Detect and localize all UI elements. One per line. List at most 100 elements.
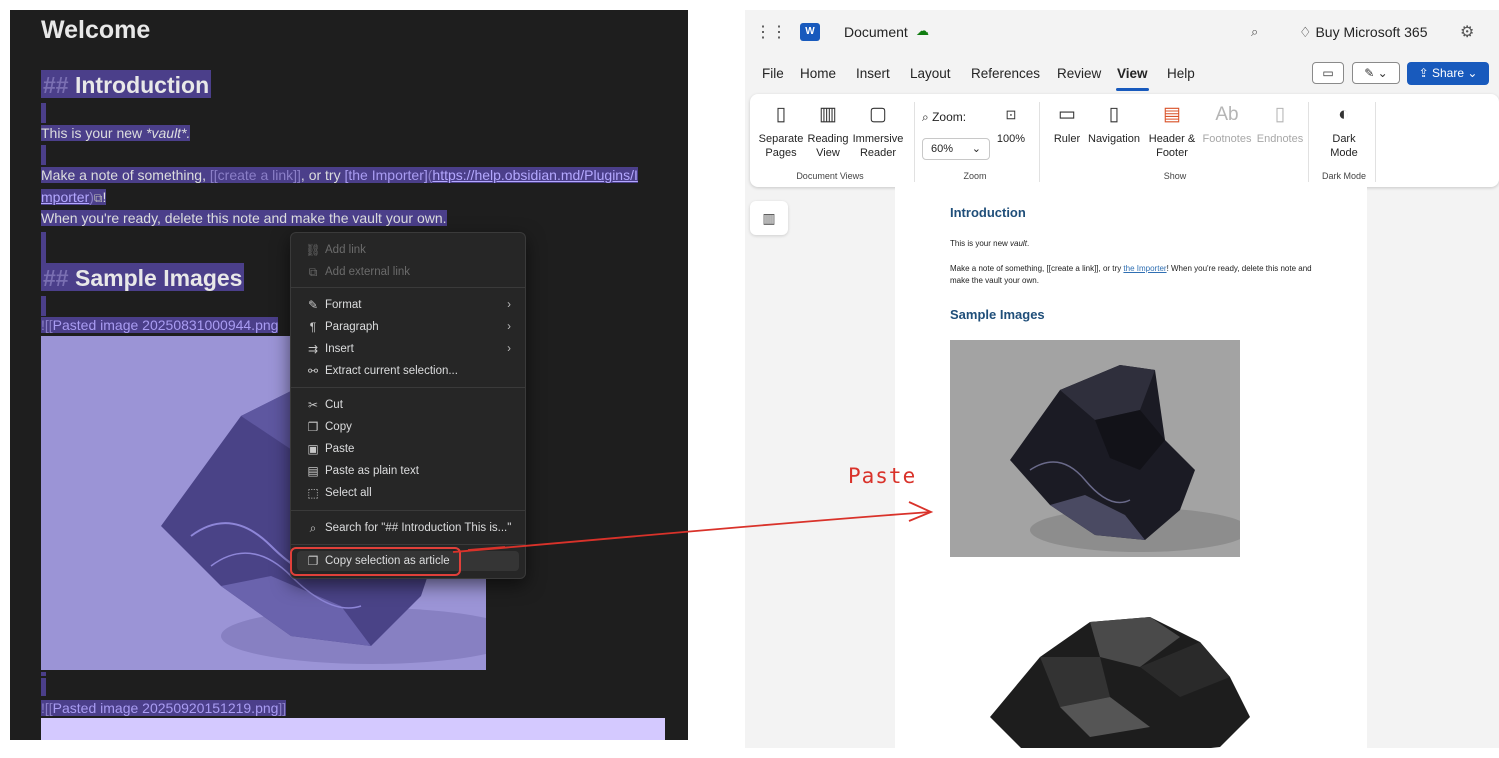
chevron-right-icon: ›: [507, 321, 511, 333]
word-logo-icon[interactable]: W: [800, 23, 820, 41]
menu-separator: [291, 387, 525, 388]
document-page[interactable]: Introduction This is your new vault. Mak…: [895, 187, 1367, 748]
group-divider: [1039, 102, 1040, 182]
embed-line-2[interactable]: ![[Pasted image 20250920151219.png]]: [41, 700, 287, 716]
text: Make a note of something, [[create a lin…: [950, 264, 1124, 273]
zoom-100-button[interactable]: ⊡ 100%: [994, 104, 1028, 146]
menu-item-paste-plain[interactable]: ▤ Paste as plain text: [297, 461, 519, 481]
menu-label: Search for "## Introduction This is...": [325, 522, 512, 534]
view-ribbon: ▯ Separate Pages ▥ Reading View ▢ Immersive Re…: [750, 94, 1499, 187]
line-make-note[interactable]: Make a note of something, [[create a lin…: [41, 167, 638, 183]
importer-url-cont[interactable]: mporter: [41, 189, 89, 205]
text: When you're ready, delete this note and …: [41, 210, 447, 226]
pasted-image-1[interactable]: [950, 340, 1240, 557]
search-icon[interactable]: ⌕: [1251, 24, 1258, 40]
footnotes-button[interactable]: Ab Footnotes: [1201, 104, 1253, 146]
menu-item-format[interactable]: ✎ Format ›: [297, 295, 519, 315]
group-divider: [1375, 102, 1376, 182]
comment-icon: ▭: [1322, 66, 1334, 80]
chevron-down-icon: ⌄: [1377, 66, 1388, 80]
label: Footnotes: [1202, 133, 1252, 145]
embed-brackets: ]]: [278, 700, 287, 716]
embed-line-1[interactable]: ![[Pasted image 20250831000944.png: [41, 317, 279, 333]
editing-mode-button[interactable]: ✎ ⌄: [1352, 62, 1400, 84]
buy-microsoft-365-link[interactable]: ♢ Buy Microsoft 365: [1299, 24, 1428, 41]
embed-filename[interactable]: Pasted image 20250831000944.png: [53, 317, 279, 333]
label: Mode: [1330, 147, 1358, 159]
selection-bar: [41, 296, 46, 316]
context-menu[interactable]: ⛓ Add link ⧉ Add external link ✎ Format › ¶ P…: [290, 232, 526, 579]
line-ready[interactable]: When you're ready, delete this note and …: [41, 210, 447, 226]
tab-insert[interactable]: Insert: [856, 66, 890, 81]
endnotes-button[interactable]: ▯ Endnotes: [1255, 104, 1305, 146]
menu-item-extract[interactable]: ⚯ Extract current selection...: [297, 361, 519, 381]
zoom-select[interactable]: 60% ⌄: [922, 138, 990, 160]
text: Make a note of something,: [41, 167, 210, 183]
word-title-bar: ⋮⋮ W Document ☁ ⌕ ♢ Buy Microsoft 365 ⚙: [745, 10, 1499, 56]
immersive-reader-button[interactable]: ▢ Immersive Reader: [850, 104, 906, 160]
tab-layout[interactable]: Layout: [910, 66, 951, 81]
link-icon: ⛓: [305, 243, 321, 257]
document-title[interactable]: Document: [844, 24, 908, 40]
menu-item-add-external-link[interactable]: ⧉ Add external link: [297, 262, 519, 282]
importer-hyperlink[interactable]: the Importer: [1123, 264, 1166, 273]
embed-filename[interactable]: Pasted image 20250920151219.png: [53, 700, 279, 716]
navigation-pane-icon: ▯: [1108, 104, 1120, 125]
navigation-button[interactable]: ▯ Navigation: [1086, 104, 1142, 146]
menu-item-search[interactable]: ⌕ Search for "## Introduction This is...": [297, 518, 519, 538]
heading-hash: ##: [43, 72, 69, 98]
menu-item-add-link[interactable]: ⛓ Add link: [297, 240, 519, 260]
reading-view-button[interactable]: ▥ Reading View: [806, 104, 850, 160]
menu-label: Paragraph: [325, 321, 379, 333]
buy-label: Buy Microsoft 365: [1315, 24, 1428, 40]
text: .: [1026, 239, 1030, 248]
external-link-icon: ⧉: [308, 265, 318, 279]
text: !: [102, 189, 107, 205]
menu-item-paste[interactable]: ▣ Paste: [297, 439, 519, 459]
dark-mode-button[interactable]: ◐ Dark Mode: [1316, 104, 1372, 160]
menu-item-insert[interactable]: ⇉ Insert ›: [297, 339, 519, 359]
ruler-button[interactable]: ▭ Ruler: [1050, 104, 1084, 146]
line-url-cont[interactable]: mporter)⧉!: [41, 189, 107, 206]
menu-item-paragraph[interactable]: ¶ Paragraph ›: [297, 317, 519, 337]
navigation-pane-toggle[interactable]: ▥: [750, 201, 788, 235]
app-launcher-icon[interactable]: ⋮⋮: [755, 24, 787, 42]
obsidian-editor[interactable]: Welcome ## Introduction This is your new…: [10, 10, 688, 740]
separate-pages-button[interactable]: ▯ Separate Pages: [756, 104, 806, 160]
settings-gear-icon[interactable]: ⚙: [1460, 22, 1474, 42]
share-icon: ⇪: [1418, 66, 1429, 80]
menu-item-select-all[interactable]: ⬚ Select all: [297, 483, 519, 503]
tab-references[interactable]: References: [971, 66, 1040, 81]
label: View: [816, 147, 840, 159]
menu-item-copy[interactable]: ❐ Copy: [297, 417, 519, 437]
intro-heading: Introduction: [74, 72, 210, 98]
embedded-image-2[interactable]: [41, 718, 665, 740]
menu-label: Cut: [325, 399, 343, 411]
menu-item-cut[interactable]: ✂ Cut: [297, 395, 519, 415]
paste-annotation: Paste: [848, 464, 917, 488]
sample-heading-line[interactable]: ## Sample Images: [41, 263, 245, 292]
tab-view[interactable]: View: [1117, 66, 1148, 81]
header-footer-button[interactable]: ▤ Header & Footer: [1145, 104, 1199, 160]
importer-url[interactable]: https://help.obsidian.md/Plugins/I: [432, 167, 637, 183]
embed-brackets: ![[: [41, 317, 53, 333]
comments-button[interactable]: ▭: [1312, 62, 1344, 84]
group-divider: [914, 102, 915, 182]
markdown-link-text[interactable]: [the Importer]: [344, 167, 427, 183]
intro-heading-line[interactable]: ## Introduction: [41, 70, 212, 99]
label: 100%: [996, 133, 1026, 145]
cloud-saved-icon[interactable]: ☁: [916, 23, 929, 39]
clipboard-icon: ▣: [307, 442, 319, 456]
menu-label: Insert: [325, 343, 354, 355]
pasted-image-2[interactable]: [950, 597, 1290, 748]
chevron-down-icon: ⌄: [971, 143, 981, 155]
pilcrow-icon: ¶: [309, 320, 317, 334]
tab-home[interactable]: Home: [800, 66, 836, 81]
line-vault[interactable]: This is your new *vault*.: [41, 125, 191, 141]
menu-separator: [291, 510, 525, 511]
wikilink[interactable]: [[create a link]]: [210, 167, 301, 183]
share-button[interactable]: ⇪ Share ⌄: [1407, 62, 1489, 85]
tab-help[interactable]: Help: [1167, 66, 1195, 81]
tab-review[interactable]: Review: [1057, 66, 1101, 81]
tab-file[interactable]: File: [762, 66, 784, 81]
